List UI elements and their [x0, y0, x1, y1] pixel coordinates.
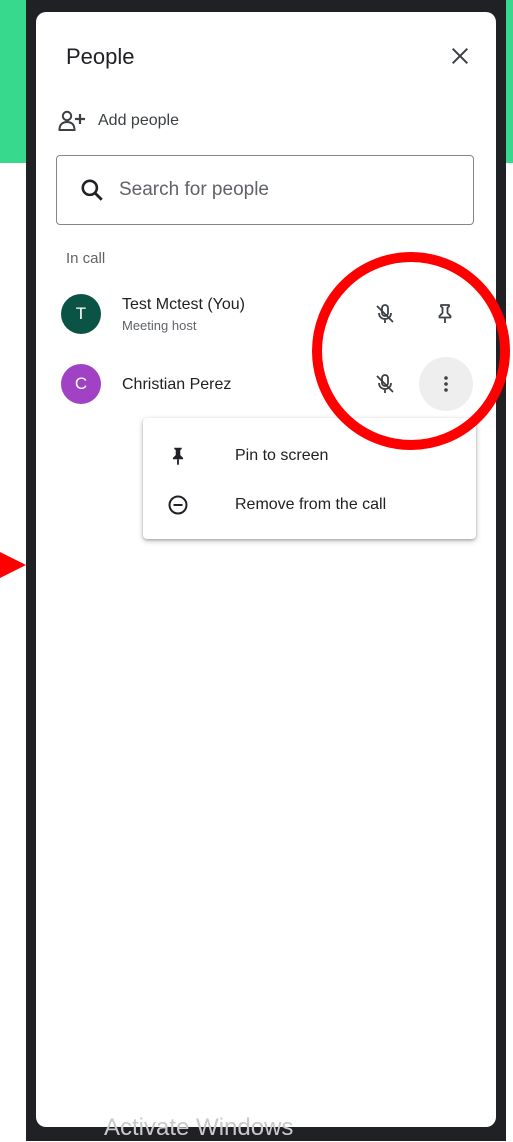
menu-item-pin[interactable]: Pin to screen: [143, 432, 476, 480]
add-person-icon: [58, 110, 85, 131]
annotation-arrow: [0, 552, 26, 578]
avatar: C: [61, 364, 101, 404]
menu-item-remove[interactable]: Remove from the call: [143, 481, 476, 529]
remove-circle-icon: [165, 492, 191, 518]
menu-item-label: Remove from the call: [235, 496, 387, 513]
pin-outline-icon: [438, 304, 452, 323]
search-icon: [81, 179, 103, 201]
avatar: T: [61, 294, 101, 334]
mute-status-button[interactable]: [363, 362, 407, 406]
search-input[interactable]: [117, 178, 441, 202]
participant-context-menu: Pin to screen Remove from the call: [143, 418, 476, 539]
in-call-heading: In call: [66, 250, 106, 267]
add-people-button[interactable]: Add people: [58, 108, 179, 134]
pin-button[interactable]: [423, 292, 467, 336]
participant-name: Christian Perez: [122, 376, 232, 393]
mic-off-icon: [376, 374, 394, 393]
add-people-label: Add people: [98, 112, 179, 129]
mute-status-button[interactable]: [363, 292, 407, 336]
participant-role: Meeting host: [122, 318, 197, 333]
people-panel: People Add people In call T Test Mctest …: [36, 12, 496, 1127]
close-button[interactable]: [446, 42, 474, 70]
more-vert-icon: [444, 376, 448, 392]
pin-icon: [165, 443, 191, 469]
panel-title: People: [66, 44, 135, 69]
activate-windows-watermark: Activate Windows: [104, 1114, 294, 1141]
participant-name: Test Mctest (You): [122, 296, 246, 313]
participant-row[interactable]: C Christian Perez: [36, 354, 496, 414]
search-box[interactable]: [56, 155, 474, 225]
close-icon: [451, 47, 469, 65]
more-options-button[interactable]: [419, 357, 473, 411]
menu-item-label: Pin to screen: [235, 447, 329, 464]
mic-off-icon: [376, 304, 394, 323]
participant-row[interactable]: T Test Mctest (You) Meeting host: [36, 284, 496, 344]
